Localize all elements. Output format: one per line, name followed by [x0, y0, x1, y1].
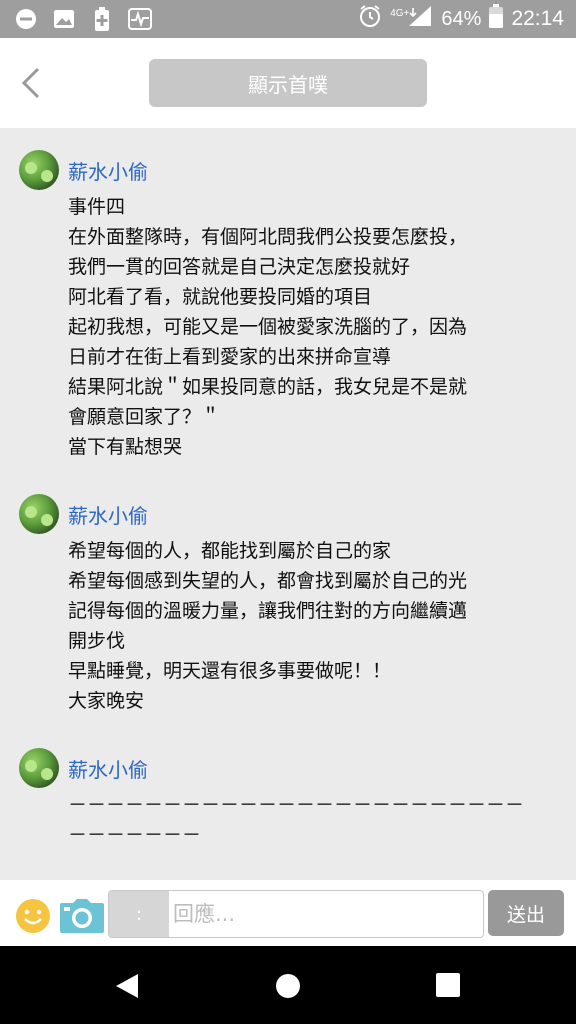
alarm-icon	[358, 4, 382, 34]
response-line: 大家晚安	[68, 690, 145, 712]
clock: 22:14	[511, 7, 564, 30]
camera-icon[interactable]	[59, 898, 105, 934]
recent-square-icon[interactable]	[436, 973, 460, 997]
response-line: 早點睡覺，明天還有很多事要做呢！！	[68, 660, 392, 682]
response-line: 在外面整隊時，有個阿北問我們公投要怎麼投，	[68, 226, 468, 248]
response-line: 希望每個的人，都能找到屬於自己的家	[68, 540, 392, 562]
response-line: 我們一貫的回答就是自己決定怎麼投就好	[68, 256, 411, 278]
response-text: 事件四 在外面整隊時，有個阿北問我們公投要怎麼投， 我們一貫的回答就是自己決定怎…	[68, 192, 558, 462]
response-line: 結果阿北說＂如果投同意的話，我女兒是不是就	[68, 376, 468, 398]
chevron-left-icon	[21, 67, 40, 99]
back-triangle-icon[interactable]	[114, 972, 142, 1004]
battery-icon	[489, 4, 504, 34]
author-name[interactable]: 薪水小偷	[68, 754, 148, 783]
reply-bar: : 送出	[0, 880, 576, 946]
avatar[interactable]	[19, 748, 59, 788]
response-line: －－－－－－－	[68, 824, 202, 846]
response-line: －－－－－－－－－－－－－－－－－－－－－－－－	[68, 794, 525, 816]
response-text: 希望每個的人，都能找到屬於自己的家 希望每個感到失望的人，都會找到屬於自己的光 …	[68, 536, 558, 716]
response-line: 日前才在街上看到愛家的出來拼命宣導	[68, 346, 392, 368]
response-line: 當下有點想哭	[68, 436, 183, 458]
status-bar-notification-icons	[14, 7, 152, 31]
back-button[interactable]	[18, 66, 48, 100]
avatar[interactable]	[19, 494, 59, 534]
response-line: 起初我想，可能又是一個被愛家洗腦的了，因為	[68, 316, 468, 338]
reply-input[interactable]	[173, 891, 473, 937]
response-line: 希望每個感到失望的人，都會找到屬於自己的光	[68, 570, 468, 592]
response-text: －－－－－－－－－－－－－－－－－－－－－－－－ －－－－－－－	[68, 790, 558, 850]
header: 顯示首噗	[0, 38, 576, 128]
system-nav-bar	[0, 946, 576, 1024]
send-button[interactable]: 送出	[488, 890, 564, 936]
home-circle-icon[interactable]	[275, 973, 301, 1003]
show-first-post-button[interactable]: 顯示首噗	[149, 59, 427, 107]
image-icon	[52, 7, 76, 31]
response-line: 阿北看了看，就說他要投同婚的項目	[68, 286, 373, 308]
response-line: 會願意回家了？＂	[68, 406, 221, 428]
signal-icon	[407, 4, 433, 34]
response-line: 記得每個的溫暖力量，讓我們往對的方向繼續邁	[68, 600, 468, 622]
status-bar: 4G+ 64% 22:14	[0, 0, 576, 38]
minus-circle-icon	[14, 7, 38, 31]
qualifier-selector[interactable]: :	[109, 891, 169, 937]
response-line: 事件四	[68, 196, 126, 218]
author-name[interactable]: 薪水小偷	[68, 500, 148, 529]
avatar[interactable]	[19, 150, 59, 190]
response-feed[interactable]: 薪水小偷 事件四 在外面整隊時，有個阿北問我們公投要怎麼投， 我們一貫的回答就是…	[0, 128, 576, 880]
reply-input-container: :	[108, 890, 484, 938]
status-bar-system: 4G+ 64% 22:14	[358, 0, 564, 38]
smiley-icon[interactable]	[15, 898, 51, 934]
response-line: 開步伐	[68, 630, 126, 652]
pulse-icon	[128, 7, 152, 31]
battery-percent: 64%	[441, 7, 482, 30]
author-name[interactable]: 薪水小偷	[68, 156, 148, 185]
battery-plus-icon	[90, 7, 114, 31]
